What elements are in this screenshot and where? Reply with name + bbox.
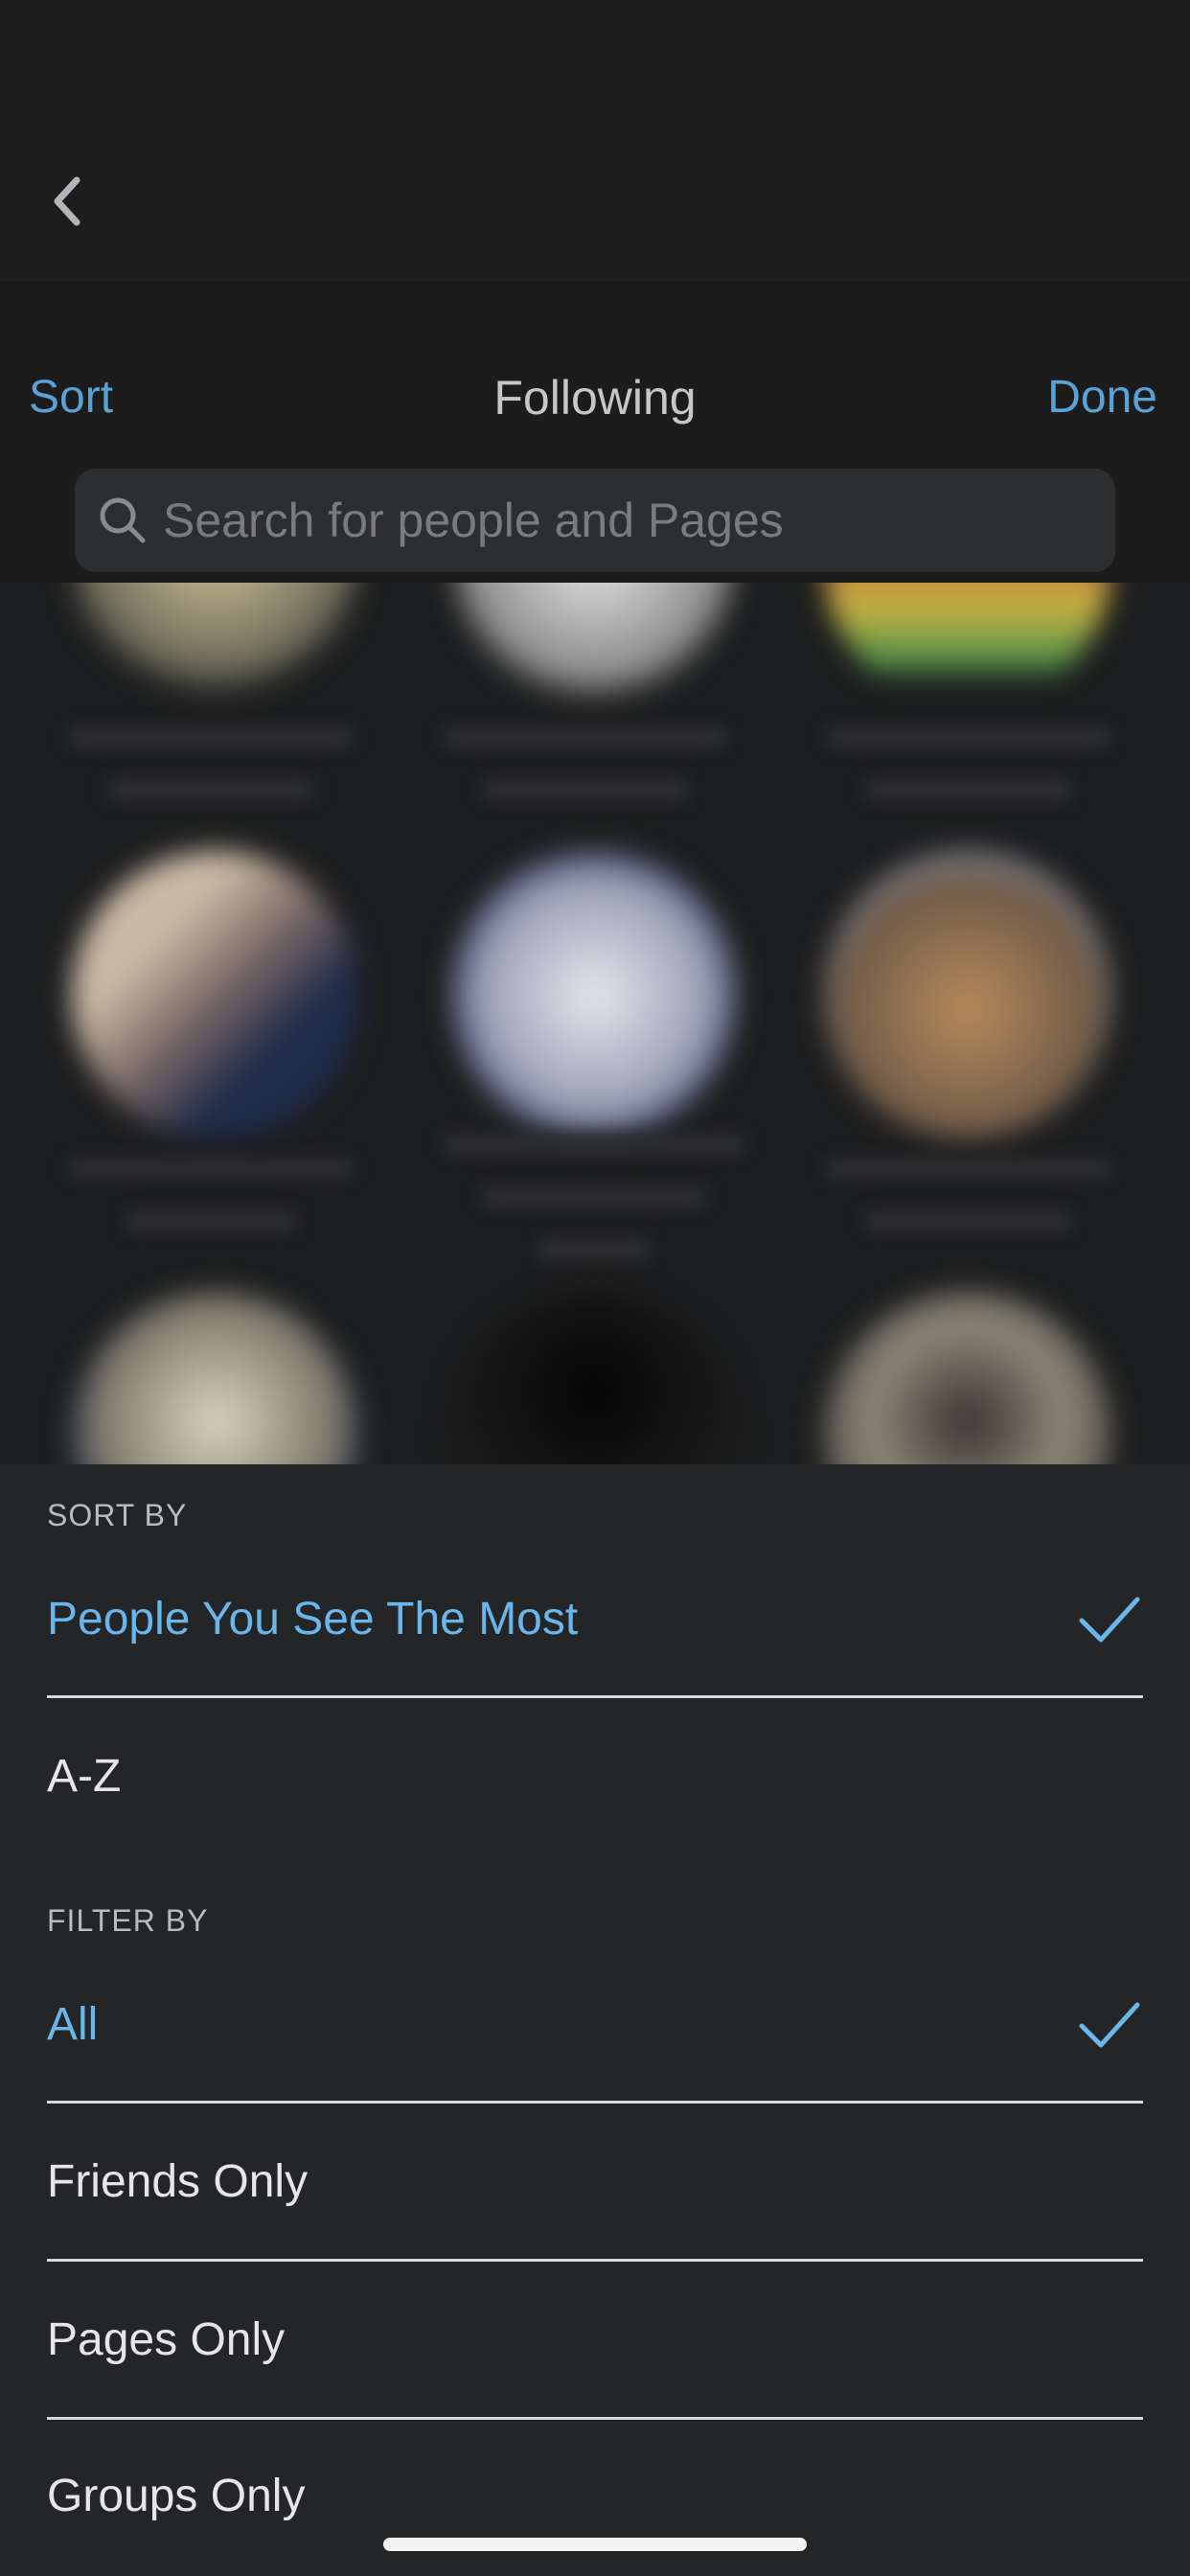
- name-placeholder: [537, 1239, 652, 1260]
- option-label: Friends Only: [47, 2156, 309, 2207]
- avatar: [824, 583, 1111, 707]
- page-title: Following: [493, 371, 697, 425]
- filter-option-friends-only[interactable]: Friends Only: [47, 2104, 1143, 2261]
- header: Sort Following Done: [0, 355, 1190, 441]
- following-screen: Sort Following Done Search for people an…: [0, 0, 1190, 2576]
- sort-option-people-you-see-most[interactable]: People You See The Most: [47, 1541, 1143, 1698]
- avatar: [72, 583, 359, 707]
- sort-button[interactable]: Sort: [29, 355, 113, 441]
- back-button[interactable]: [38, 168, 96, 235]
- name-placeholder: [479, 779, 690, 800]
- filter-option-all[interactable]: All: [47, 1946, 1143, 2104]
- checkmark-icon: [1079, 1597, 1140, 1643]
- search-input[interactable]: [161, 481, 1115, 560]
- avatar: [450, 851, 738, 1138]
- home-indicator[interactable]: [383, 2538, 807, 2551]
- sort-option-a-z[interactable]: A-Z: [47, 1698, 1143, 1855]
- top-divider: [0, 282, 1190, 284]
- sort-filter-sheet: SORT BY People You See The Most A-Z FILT…: [0, 1464, 1190, 2576]
- following-grid-blurred: [0, 583, 1190, 1464]
- name-placeholder: [441, 726, 728, 748]
- avatar: [72, 851, 359, 1138]
- name-placeholder: [105, 779, 316, 800]
- search-icon: [96, 494, 149, 547]
- avatar: [72, 1292, 359, 1464]
- name-placeholder: [67, 1158, 355, 1179]
- name-placeholder: [824, 726, 1111, 748]
- top-bar: [0, 0, 1190, 283]
- name-placeholder: [862, 1210, 1073, 1231]
- checkmark-icon: [1079, 2002, 1140, 2048]
- filter-option-pages-only[interactable]: Pages Only: [47, 2262, 1143, 2419]
- done-button[interactable]: Done: [1047, 355, 1157, 441]
- avatar: [824, 1292, 1111, 1464]
- option-label: Groups Only: [47, 2471, 306, 2521]
- name-placeholder: [441, 1134, 747, 1155]
- chevron-left-icon: [54, 176, 80, 226]
- avatar: [450, 1292, 738, 1464]
- name-placeholder: [67, 726, 355, 748]
- avatar: [824, 851, 1111, 1138]
- name-placeholder: [862, 779, 1073, 800]
- name-placeholder: [824, 1158, 1111, 1179]
- avatar: [450, 583, 738, 707]
- search-bar[interactable]: [75, 469, 1115, 572]
- name-placeholder: [125, 1210, 297, 1231]
- sort-by-label: SORT BY: [47, 1498, 188, 1532]
- option-label: A-Z: [47, 1751, 122, 1802]
- filter-by-label: FILTER BY: [47, 1903, 209, 1938]
- option-label: People You See The Most: [47, 1594, 579, 1644]
- name-placeholder: [479, 1186, 709, 1208]
- option-label: Pages Only: [47, 2314, 286, 2365]
- option-label: All: [47, 1999, 99, 2050]
